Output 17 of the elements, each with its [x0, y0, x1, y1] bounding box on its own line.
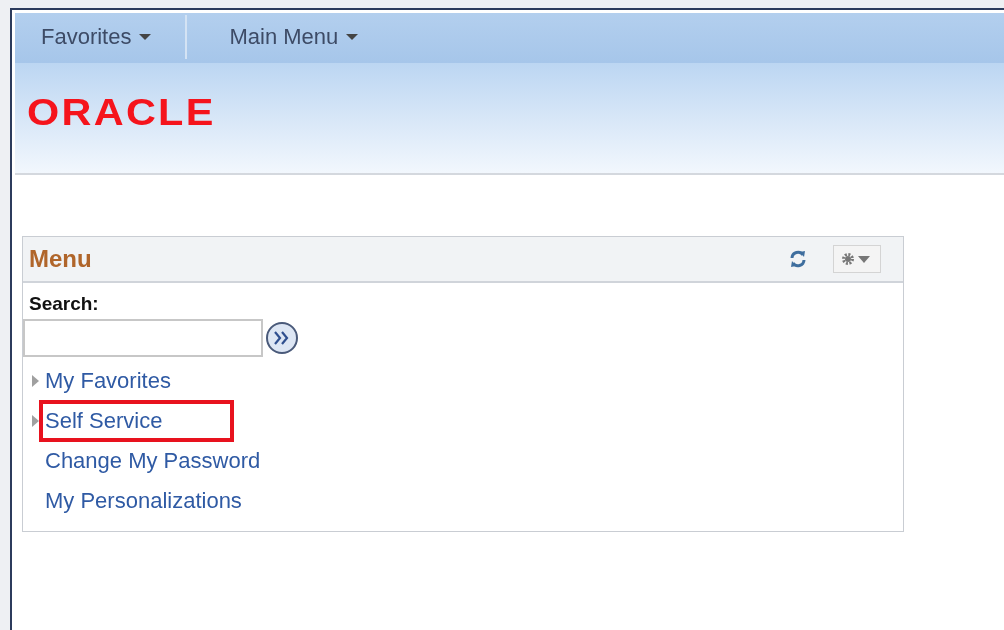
caret-icon	[139, 33, 152, 41]
menu-link[interactable]: Change My Password	[39, 440, 333, 482]
menu-link[interactable]: My Favorites	[39, 360, 243, 402]
caret-icon	[346, 33, 359, 41]
nav-menu[interactable]: Favorites	[15, 15, 188, 59]
pagelet-title: Menu	[29, 245, 93, 273]
search-field[interactable]	[23, 319, 263, 357]
menu-link[interactable]: My Personalizations	[39, 480, 314, 522]
menu-link[interactable]: Self Service	[39, 400, 235, 442]
settings-button[interactable]	[833, 245, 881, 273]
nav-menu[interactable]: Main Menu	[187, 15, 393, 59]
search-go-icon[interactable]	[265, 321, 299, 355]
expand-arrow-icon[interactable]	[30, 414, 40, 428]
oracle-logo: ORACLE	[27, 92, 216, 134]
refresh-icon[interactable]	[789, 250, 807, 268]
expand-arrow-icon[interactable]	[30, 374, 40, 388]
search-label: Search:	[29, 293, 100, 315]
